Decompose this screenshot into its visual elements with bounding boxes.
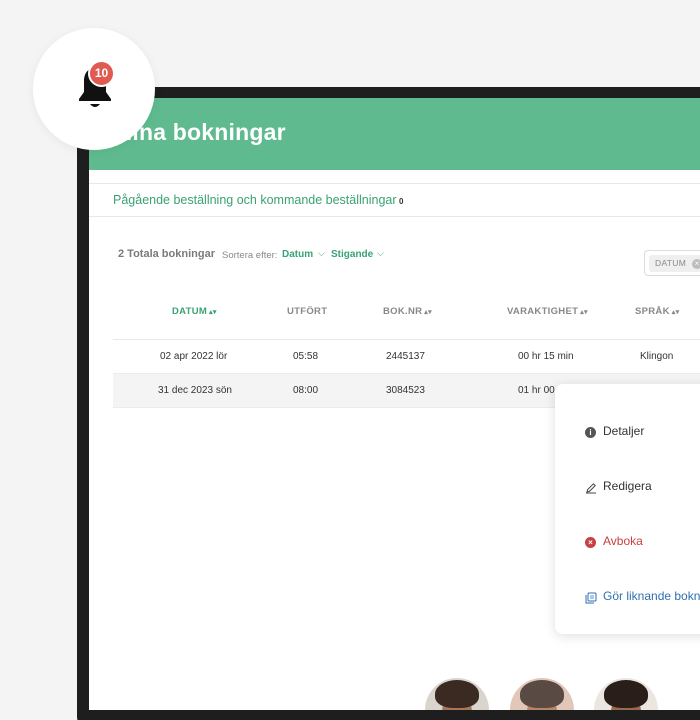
filter-chip: DATUM × — [649, 255, 700, 272]
close-icon[interactable]: × — [692, 259, 700, 269]
column-header-label: VARAKTIGHET — [507, 306, 579, 317]
bookings-summary: 2 Totala bokningar — [118, 248, 215, 260]
chevron-down-icon[interactable]: ⌵ — [318, 248, 325, 259]
booking-tabs: Pågående beställning och kommande bestäl… — [89, 183, 700, 217]
tab-count: 0 — [399, 197, 404, 206]
cell-date: 31 dec 2023 sön — [158, 385, 232, 396]
sort-label: Sortera efter: — [222, 250, 278, 261]
menu-item-label: Detaljer — [603, 424, 645, 438]
cell-duration: 00 hr 15 min — [518, 351, 574, 362]
avatar-hair — [435, 680, 479, 708]
column-header-label: BOK.NR — [383, 306, 423, 317]
menu-item-label: Avboka — [603, 534, 643, 548]
tab-current-bookings[interactable]: Pågående beställning och kommande bestäl… — [113, 193, 397, 207]
column-header-language[interactable]: SPRÅK ▴▾ — [635, 306, 679, 317]
pencil-icon — [585, 482, 596, 494]
cell-language: Klingon — [640, 351, 674, 362]
menu-item-label: Redigera — [603, 479, 652, 493]
sort-icon: ▴▾ — [580, 309, 588, 316]
cell-booking-number: 3084523 — [386, 385, 425, 396]
sort-icon: ▴▾ — [671, 309, 680, 316]
page-header: Mina bokningar — [89, 98, 700, 170]
avatar-hair — [604, 680, 648, 708]
column-header-performed[interactable]: UTFÖRT — [287, 306, 327, 317]
column-header-label: SPRÅK — [635, 306, 670, 317]
column-header-duration[interactable]: VARAKTIGHET ▴▾ — [507, 306, 588, 317]
sort-order-select[interactable]: Stigande — [331, 249, 373, 260]
avatar — [594, 678, 658, 710]
sort-field-select[interactable]: Datum — [282, 249, 313, 260]
notification-count-badge: 10 — [88, 60, 115, 87]
cell-duration: 01 hr 00 — [518, 385, 555, 396]
filter-chip-label: DATUM — [655, 258, 687, 268]
cell-date: 02 apr 2022 lör — [160, 351, 228, 362]
copy-icon — [585, 592, 597, 604]
app-screen: Mina bokningar Pågående beställning och … — [89, 98, 700, 710]
total-bookings: 2 Totala bokningar — [118, 248, 215, 260]
column-header-label: DATUM — [172, 306, 208, 317]
sort-icon: ▴▾ — [424, 309, 432, 316]
table-row[interactable]: 02 apr 2022 lör 05:58 2445137 00 hr 15 m… — [113, 340, 700, 374]
column-header-label: UTFÖRT — [287, 306, 328, 317]
row-context-menu: i Detaljer Redigera × Avboka Gör liknand… — [555, 384, 700, 634]
chevron-down-icon[interactable]: ⌵ — [377, 248, 384, 259]
sort-icon: ▴▾ — [209, 309, 217, 316]
cell-time: 08:00 — [293, 385, 319, 396]
column-header-date[interactable]: DATUM ▴▾ — [172, 306, 217, 317]
avatar — [425, 678, 489, 710]
menu-item-label: Gör liknande bokn — [603, 589, 700, 603]
column-header-booking-number[interactable]: BOK.NR ▴▾ — [383, 306, 432, 317]
cancel-icon: × — [585, 537, 596, 548]
filter-field[interactable]: DATUM × — [644, 250, 700, 276]
avatar-hair — [520, 680, 564, 708]
cell-booking-number: 2445137 — [386, 351, 425, 362]
avatar — [510, 678, 574, 710]
cell-time: 05:58 — [293, 351, 319, 362]
info-icon: i — [585, 427, 596, 438]
